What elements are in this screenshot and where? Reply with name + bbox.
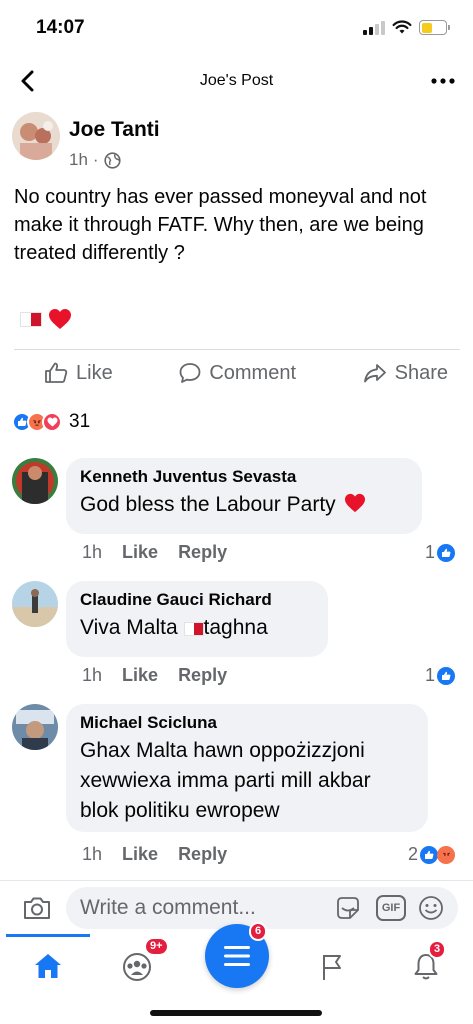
status-time: 14:07 — [36, 17, 85, 38]
notifications-badge: 3 — [428, 940, 447, 959]
reaction-count: 31 — [69, 411, 91, 432]
like-reaction-icon — [420, 845, 438, 864]
comment-time[interactable]: 1h — [82, 542, 102, 563]
red-heart-icon — [49, 309, 71, 329]
comment-reactions[interactable]: 1 — [425, 665, 455, 686]
comment-meta: 1h Like Reply — [82, 665, 227, 686]
like-label: Like — [76, 361, 113, 384]
commenter-avatar[interactable] — [12, 458, 58, 504]
comment-reply-button[interactable]: Reply — [178, 665, 227, 686]
tab-notifications[interactable]: 3 — [396, 940, 456, 990]
red-heart-icon — [344, 493, 365, 513]
comment-reactions[interactable]: 2 — [408, 844, 455, 865]
comment-reaction-count: 1 — [424, 542, 435, 562]
home-indicator — [150, 1010, 322, 1016]
post-meta: 1h · — [69, 150, 121, 170]
malta-flag-icon — [183, 622, 204, 636]
comment-item: Michael Scicluna Ghax Malta hawn oppożiz… — [12, 704, 467, 874]
comment-reactions[interactable]: 1 — [425, 542, 455, 563]
love-reaction-icon — [42, 412, 62, 432]
comment-text: Viva Malta taghna — [80, 613, 314, 643]
comment-like-button[interactable]: Like — [122, 665, 158, 686]
post-emojis — [20, 308, 72, 330]
share-label: Share — [394, 361, 448, 384]
like-reaction-icon — [437, 666, 455, 685]
status-bar: 14:07 — [0, 0, 473, 58]
more-options-button[interactable] — [429, 72, 457, 90]
reaction-icons — [12, 412, 62, 432]
signal-icon — [363, 20, 385, 35]
author-name[interactable]: Joe Tanti — [69, 118, 160, 142]
post-time[interactable]: 1h — [69, 150, 88, 170]
comment-meta: 1h Like Reply — [82, 542, 227, 563]
menu-badge: 6 — [249, 922, 268, 941]
share-button[interactable]: Share — [363, 362, 448, 385]
comment-icon — [179, 363, 201, 383]
post-text: No country has ever passed moneyval and … — [14, 186, 427, 264]
flag-icon — [323, 955, 341, 980]
comment-reaction-count: 2 — [407, 844, 418, 864]
comment-text-content: God bless the Labour Party — [80, 493, 336, 516]
battery-icon — [419, 20, 450, 35]
meta-separator: · — [92, 150, 99, 169]
gif-label: GIF — [381, 902, 401, 914]
commenter-name[interactable]: Kenneth Juventus Sevasta — [80, 466, 408, 488]
comment-like-button[interactable]: Like — [122, 844, 158, 865]
commenter-name[interactable]: Michael Scicluna — [80, 712, 414, 734]
author-avatar[interactable] — [12, 112, 60, 160]
menu-icon — [224, 946, 250, 966]
like-button[interactable]: Like — [44, 362, 113, 385]
thumbs-up-icon — [45, 362, 68, 383]
comment-button[interactable]: Comment — [179, 362, 296, 385]
comment-reaction-count: 1 — [424, 665, 435, 685]
reactions-summary[interactable]: 31 — [12, 410, 90, 434]
commenter-avatar[interactable] — [12, 704, 58, 750]
home-icon — [35, 954, 61, 978]
post-author-row: Joe Tanti 1h · — [12, 112, 452, 172]
emoji-icon[interactable] — [417, 894, 445, 922]
groups-badge: 9+ — [144, 937, 169, 956]
globe-icon — [103, 151, 121, 169]
wifi-icon — [392, 20, 412, 34]
active-tab-indicator — [6, 934, 90, 937]
comment-bubble[interactable]: Kenneth Juventus Sevasta God bless the L… — [66, 458, 422, 534]
tab-groups[interactable]: 9+ — [106, 937, 169, 990]
comment-time[interactable]: 1h — [82, 844, 102, 865]
comment-bubble[interactable]: Michael Scicluna Ghax Malta hawn oppożiz… — [66, 704, 428, 832]
malta-flag-icon — [20, 311, 42, 327]
comment-item: Claudine Gauci Richard Viva Malta taghna… — [12, 581, 467, 701]
commenter-name[interactable]: Claudine Gauci Richard — [80, 589, 314, 611]
tab-pages[interactable] — [302, 942, 362, 990]
angry-reaction-icon — [437, 845, 455, 864]
comment-item: Kenneth Juventus Sevasta God bless the L… — [12, 458, 467, 578]
comment-like-button[interactable]: Like — [122, 542, 158, 563]
gif-button[interactable]: GIF — [376, 895, 406, 921]
page-title: Joe's Post — [199, 72, 274, 89]
post-action-bar: Like Comment Share — [14, 350, 460, 396]
post-header: Joe's Post — [0, 58, 473, 104]
menu-button[interactable]: 6 — [205, 922, 269, 988]
comment-reply-button[interactable]: Reply — [178, 844, 227, 865]
like-reaction-icon — [437, 543, 455, 562]
sticker-icon[interactable] — [334, 894, 362, 922]
commenter-avatar[interactable] — [12, 581, 58, 627]
comment-text-after: taghna — [203, 616, 268, 639]
comment-bubble[interactable]: Claudine Gauci Richard Viva Malta taghna — [66, 581, 328, 657]
status-icons — [363, 20, 450, 35]
comment-reply-button[interactable]: Reply — [178, 542, 227, 563]
comment-time[interactable]: 1h — [82, 665, 102, 686]
comment-text-before: Viva Malta — [80, 616, 178, 639]
camera-icon[interactable] — [22, 895, 52, 921]
comment-text: Ghax Malta hawn oppożizzjoni xewwiexa im… — [80, 739, 371, 822]
groups-icon — [123, 953, 151, 981]
tab-home[interactable] — [18, 942, 78, 990]
comment-text: God bless the Labour Party — [80, 490, 408, 520]
comment-meta: 1h Like Reply — [82, 844, 227, 865]
share-icon — [363, 364, 386, 383]
bottom-tab-bar: 9+ 6 3 — [0, 922, 473, 1000]
comment-label: Comment — [209, 361, 297, 384]
